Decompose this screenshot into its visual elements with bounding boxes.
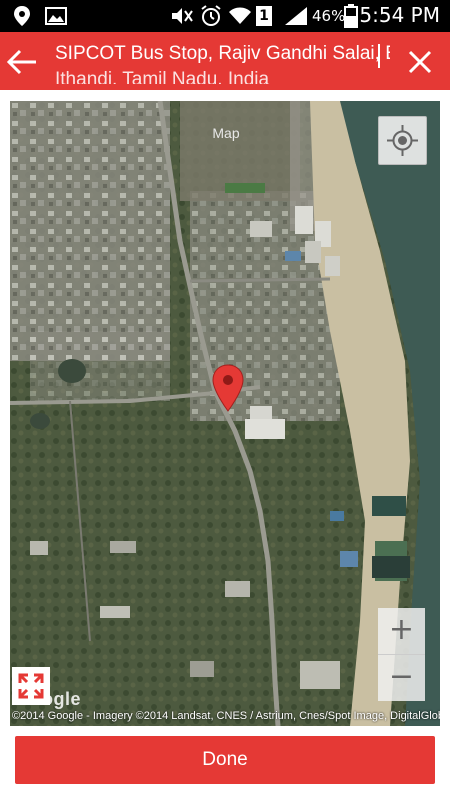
clock: 5:54 PM [359,3,440,27]
map-pin-icon[interactable] [210,363,246,413]
sim-label: 1 [259,8,269,24]
my-location-button[interactable] [378,116,427,165]
battery-percent: 46% [312,7,346,25]
wifi-icon [229,7,251,24]
location-icon [14,6,30,26]
zoom-out-button[interactable]: − [378,655,425,701]
map-attribution: ©2014 Google - Imagery ©2014 Landsat, CN… [12,710,440,722]
location-search-input[interactable]: SIPCOT Bus Stop, Rajiv Gandhi Salai, Ega… [55,36,390,84]
fullscreen-icon [18,673,44,699]
done-button[interactable]: Done [15,736,435,784]
back-button[interactable] [4,42,44,82]
arrow-left-icon [6,49,36,75]
fullscreen-button[interactable] [12,667,50,705]
text-cursor [378,44,380,68]
search-value-line1: SIPCOT Bus Stop, Rajiv Gandhi Salai, Ega… [55,43,390,64]
close-icon [408,50,432,74]
app-bar: SIPCOT Bus Stop, Rajiv Gandhi Salai, Ega… [0,32,450,90]
signal-icon [285,7,307,25]
search-value-line2: Ithandi, Tamil Nadu, India [55,69,270,84]
status-bar: 1 46% 5:54 PM [0,0,450,32]
zoom-in-button[interactable]: + [378,608,425,655]
close-button[interactable] [400,42,440,82]
alarm-icon [201,5,221,26]
battery-icon [344,4,358,28]
image-icon [45,7,67,25]
my-location-icon [387,125,418,156]
satellite-imagery [10,101,440,726]
map-type-toggle[interactable]: Map [190,109,262,157]
sim-icon: 1 [256,6,272,26]
map-view[interactable]: Map + − Google [10,101,440,726]
mute-icon [172,8,193,24]
